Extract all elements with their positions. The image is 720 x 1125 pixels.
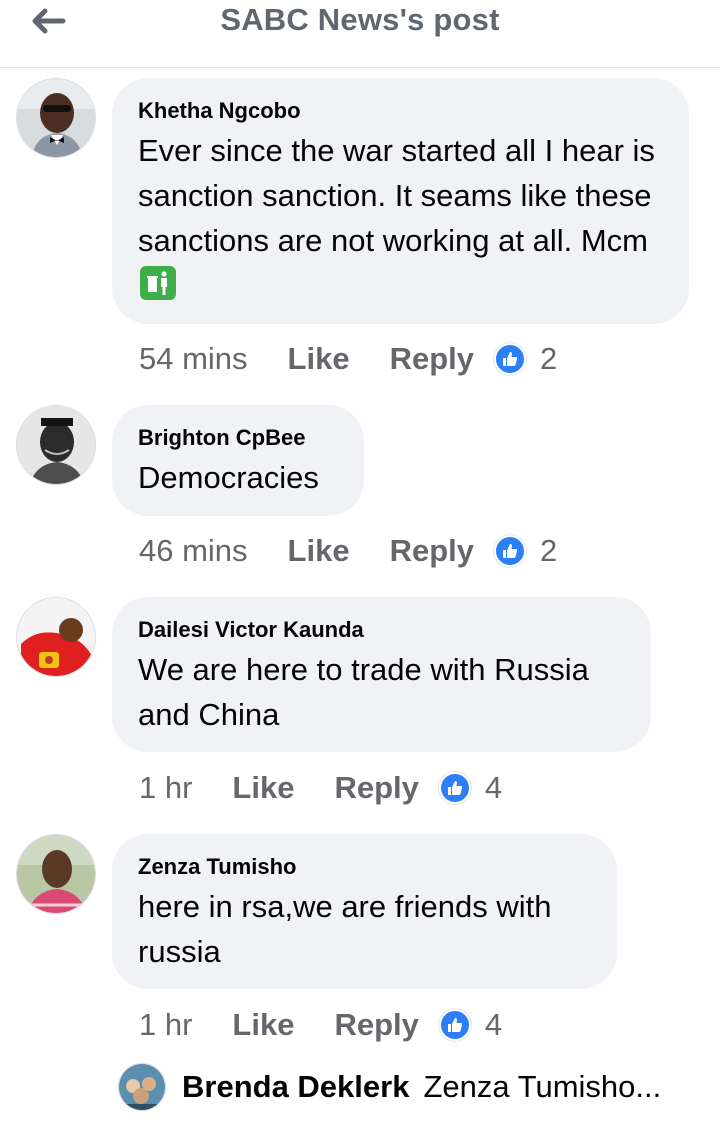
- comment-author[interactable]: Dailesi Victor Kaunda: [138, 617, 625, 643]
- reaction-summary[interactable]: 2: [494, 533, 557, 569]
- comment-author[interactable]: Brighton CpBee: [138, 425, 338, 451]
- reaction-count: 4: [484, 770, 503, 805]
- comment-actions: 1 hr Like Reply 4: [139, 1003, 502, 1047]
- comment-bubble: Brighton CpBee Democracies: [112, 405, 364, 516]
- comment-bubble: Dailesi Victor Kaunda We are here to tra…: [112, 597, 651, 752]
- comment-bubble: Zenza Tumisho here in rsa,we are friends…: [112, 834, 617, 989]
- reply-preview-row[interactable]: Brenda Deklerk Zenza Tumisho...: [118, 1061, 661, 1113]
- avatar-zenza-tumisho[interactable]: [16, 834, 96, 914]
- avatar-khetha-ngcobo[interactable]: [16, 78, 96, 158]
- comment-actions: 54 mins Like Reply 2: [139, 337, 557, 381]
- comment-timestamp[interactable]: 54 mins: [139, 341, 248, 377]
- comment-text: Democracies: [138, 460, 319, 495]
- reaction-count: 4: [484, 1007, 503, 1042]
- thumbs-up-icon: [494, 535, 526, 567]
- thumbs-up-icon: [438, 1009, 471, 1041]
- reply-button[interactable]: Reply: [334, 1007, 418, 1043]
- like-button[interactable]: Like: [232, 1007, 294, 1043]
- reply-button[interactable]: Reply: [390, 533, 474, 569]
- like-button[interactable]: Like: [232, 770, 294, 806]
- reaction-summary[interactable]: 2: [494, 341, 557, 377]
- avatar-brighton-cpbee[interactable]: [16, 405, 96, 485]
- reaction-count: 2: [540, 533, 558, 568]
- comment-author[interactable]: Khetha Ngcobo: [138, 98, 663, 124]
- page-title: SABC News's post: [220, 2, 500, 37]
- avatar-brenda-deklerk[interactable]: [118, 1063, 166, 1111]
- reaction-count: 2: [540, 341, 558, 376]
- reaction-summary[interactable]: 4: [438, 770, 503, 806]
- reply-button[interactable]: Reply: [390, 341, 474, 377]
- litter-bin-emoji-icon: [140, 266, 176, 300]
- like-button[interactable]: Like: [288, 533, 350, 569]
- reply-preview-text[interactable]: Zenza Tumisho...: [423, 1069, 661, 1105]
- comment-actions: 46 mins Like Reply 2: [139, 529, 557, 573]
- comment-timestamp[interactable]: 1 hr: [139, 1007, 192, 1043]
- comment-author[interactable]: Zenza Tumisho: [138, 854, 591, 880]
- reaction-summary[interactable]: 4: [438, 1007, 503, 1043]
- comment-text: We are here to trade with Russia and Chi…: [138, 652, 589, 732]
- like-button[interactable]: Like: [288, 341, 350, 377]
- comment-text: here in rsa,we are friends with russia: [138, 889, 552, 969]
- comment-text: Ever since the war started all I hear is…: [138, 128, 663, 308]
- post-header: SABC News's post: [0, 0, 720, 68]
- comment-timestamp[interactable]: 46 mins: [139, 533, 248, 569]
- reply-button[interactable]: Reply: [334, 770, 418, 806]
- thumbs-up-icon: [494, 343, 526, 375]
- comment-timestamp[interactable]: 1 hr: [139, 770, 192, 806]
- comment-bubble: Khetha Ngcobo Ever since the war started…: [112, 78, 689, 324]
- reply-author[interactable]: Brenda Deklerk: [182, 1069, 409, 1105]
- thumbs-up-icon: [438, 772, 471, 804]
- avatar-dailesi-victor-kaunda[interactable]: [16, 597, 96, 677]
- comment-actions: 1 hr Like Reply 4: [139, 766, 502, 810]
